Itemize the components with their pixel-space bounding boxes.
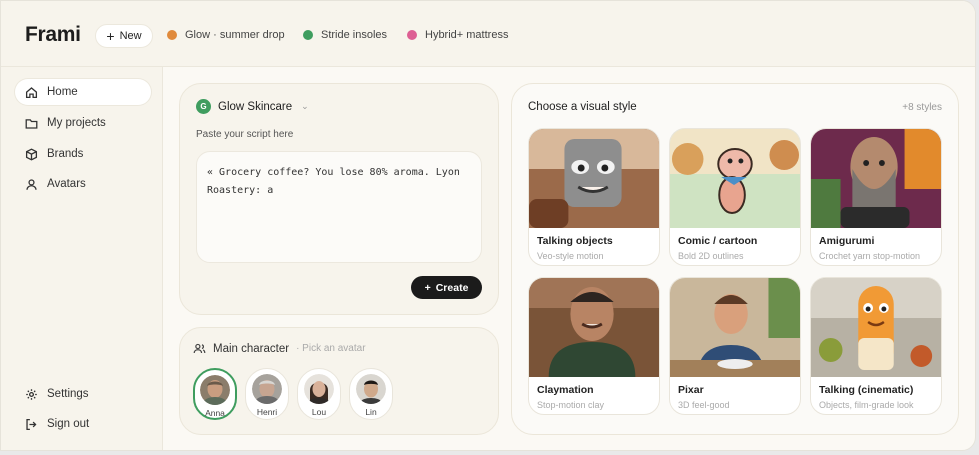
script-label: Paste your script here [196, 129, 294, 140]
avatar-option-henri[interactable]: Henri [245, 368, 289, 420]
style-desc: Bold 2D outlines [678, 251, 744, 261]
main-character-subtitle: · Pick an avatar [296, 343, 366, 354]
sidebar-item-label: My projects [47, 117, 106, 129]
style-name: Claymation [537, 384, 594, 396]
sidebar-item-my-projects[interactable]: My projects [15, 110, 151, 136]
avatar-option-lou[interactable]: Lou [297, 368, 341, 420]
brand-name: Glow Skincare [218, 100, 293, 113]
avatar-photo [356, 374, 386, 404]
avatar-option-anna[interactable]: Anna [193, 368, 237, 420]
chevron-down-icon: ⌄ [301, 101, 309, 111]
users-icon [193, 343, 206, 354]
sidebar-item-brands[interactable]: Brands [15, 141, 151, 167]
style-desc: Stop-motion clay [537, 400, 605, 410]
new-button-label: New [119, 30, 142, 42]
project-tab-label: Glow · summer drop [185, 29, 285, 41]
project-tab-stride[interactable]: Stride insoles [303, 29, 387, 41]
visual-style-title: Choose a visual style [528, 101, 637, 113]
style-name: Pixar [678, 384, 704, 396]
sidebar-item-label: Home [47, 86, 78, 98]
avatar-name: Anna [205, 408, 225, 418]
style-card-amigurumi[interactable]: Amigurumi Crochet yarn stop-motion [810, 128, 942, 266]
main-character-title: Main character [213, 342, 290, 355]
sidebar-item-sign-out[interactable]: Sign out [15, 411, 151, 437]
plus-icon: + [106, 28, 115, 44]
style-thumbnail [670, 278, 800, 377]
main-character-panel: Main character · Pick an avatar Anna Hen… [179, 327, 499, 435]
brand-selector[interactable]: G Glow Skincare ⌄ [196, 99, 309, 114]
project-tab-glow[interactable]: Glow · summer drop [167, 29, 285, 41]
style-card-claymation[interactable]: Claymation Stop-motion clay [528, 277, 660, 415]
sidebar-item-avatars[interactable]: Avatars [15, 171, 151, 197]
home-icon [25, 86, 38, 98]
avatar-photo [252, 374, 282, 404]
project-tab-label: Hybrid+ mattress [425, 29, 509, 41]
top-bar: Frami + New Glow · summer drop Stride in… [1, 1, 975, 67]
brand-badge: G [196, 99, 211, 114]
project-tab-label: Stride insoles [321, 29, 388, 41]
user-icon [26, 178, 37, 190]
project-color-dot [167, 30, 177, 40]
style-desc: Veo-style motion [537, 251, 604, 261]
style-name: Amigurumi [819, 235, 875, 247]
style-card-pixar[interactable]: Pixar 3D feel-good [669, 277, 801, 415]
gear-icon [26, 388, 37, 400]
style-thumbnail [529, 129, 659, 228]
create-button[interactable]: + Create [411, 276, 482, 299]
sidebar-item-label: Settings [47, 388, 89, 400]
style-desc: 3D feel-good [678, 400, 730, 410]
sidebar: Home My projects Brands Avatars Settings… [1, 67, 163, 450]
avatar-name: Lou [311, 407, 327, 417]
app-logo[interactable]: Frami [25, 23, 81, 47]
style-card-comic-cartoon[interactable]: Comic / cartoon Bold 2D outlines [669, 128, 801, 266]
style-desc: Objects, film-grade look [819, 400, 914, 410]
style-thumbnail [670, 129, 800, 228]
new-button[interactable]: + New [95, 24, 153, 48]
avatar-name: Henri [256, 407, 278, 417]
sidebar-item-label: Sign out [47, 418, 90, 430]
sidebar-item-label: Brands [47, 148, 84, 160]
script-input[interactable]: « Grocery coffee? You lose 80% aroma. Ly… [196, 151, 482, 263]
app-window: Frami + New Glow · summer drop Stride in… [0, 0, 976, 451]
sidebar-item-label: Avatars [47, 178, 86, 190]
style-name: Talking (cinematic) [819, 384, 914, 396]
project-color-dot [303, 30, 313, 40]
style-thumbnail [811, 278, 941, 377]
style-thumbnail [811, 129, 941, 228]
folder-icon [25, 118, 38, 129]
main-character-header: Main character · Pick an avatar [193, 342, 366, 355]
style-name: Comic / cartoon [678, 235, 758, 247]
create-button-label: Create [435, 281, 469, 294]
plus-icon: + [424, 281, 431, 294]
style-card-talking-cinematic[interactable]: Talking (cinematic) Objects, film-grade … [810, 277, 942, 415]
script-panel: G Glow Skincare ⌄ Paste your script here… [179, 83, 499, 315]
style-card-talking-objects[interactable]: Talking objects Veo-style motion [528, 128, 660, 266]
avatar-option-lin[interactable]: Lin [349, 368, 393, 420]
project-tab-hybrid[interactable]: Hybrid+ mattress [407, 29, 508, 41]
style-name: Talking objects [537, 235, 613, 247]
sidebar-item-settings[interactable]: Settings [15, 381, 151, 407]
style-desc: Crochet yarn stop-motion [819, 251, 921, 261]
visual-style-panel: Choose a visual style +8 styles Talking … [511, 83, 959, 435]
style-thumbnail [529, 278, 659, 377]
avatar-photo [200, 375, 230, 405]
avatar-photo [304, 374, 334, 404]
sidebar-item-home[interactable]: Home [15, 79, 151, 105]
sign-out-icon [26, 418, 37, 430]
more-styles-link[interactable]: +8 styles [902, 102, 942, 113]
project-color-dot [407, 30, 417, 40]
avatar-name: Lin [365, 407, 377, 417]
box-icon [25, 147, 38, 161]
